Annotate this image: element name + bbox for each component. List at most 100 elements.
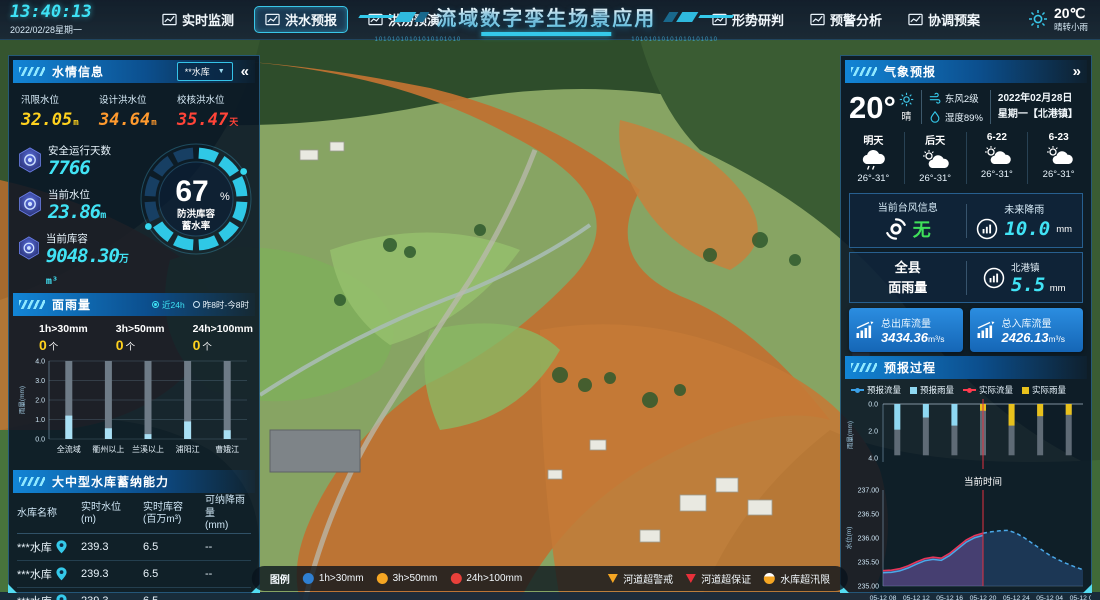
radio-label: 昨8时-今8时	[203, 299, 249, 311]
current-capacity-metric: 当前库容 9048.30万m³	[17, 231, 133, 290]
header-temp: 20℃	[1054, 6, 1088, 21]
forecast-days-row: 明天 26°-31° 后天 26°-31° 6-22 26°-31° 6-23 …	[841, 129, 1091, 189]
plan-chart-icon	[908, 12, 923, 27]
limit-level-stat: 汛限水位 32.05m	[21, 92, 99, 130]
svg-text:雨量(mm): 雨量(mm)	[18, 386, 26, 414]
legend-actual-flow: 实际流量	[963, 384, 1013, 396]
nav-label: 预警分析	[830, 10, 882, 29]
safe-days-metric: 安全运行天数 7766	[17, 143, 133, 180]
station-dropdown[interactable]: **水库 ▼	[177, 62, 233, 81]
water-info-header: 水情信息 **水库 ▼ «	[13, 60, 255, 83]
red-triangle-icon	[686, 574, 696, 583]
sun-icon	[1028, 9, 1048, 29]
counter-label: 24h>100mm	[193, 323, 253, 335]
rain-gauge-icon	[983, 267, 1005, 289]
table-row[interactable]: ***水库 239.3 6.5 --	[17, 534, 251, 561]
wind-icon	[929, 92, 941, 104]
metric-value: 23.86	[48, 201, 100, 223]
svg-text:0.0: 0.0	[35, 437, 45, 444]
svg-text:防洪库容: 防洪库容	[177, 208, 216, 220]
check-flood-level-stat: 校核洪水位 35.47天	[177, 92, 249, 130]
weather-forecast-panel: 气象预报 » 20° 晴 东风2级 湿度89% 2022年02月28日 星期一【…	[840, 55, 1092, 593]
svg-text:1.0: 1.0	[35, 417, 45, 424]
top-header-bar: 13:40:13 2022/02/28星期一 实时监测 洪水预报 洪涝预演	[0, 0, 1100, 40]
legend-actual-rain: 实际雨量	[1022, 384, 1066, 396]
svg-text:3.0: 3.0	[35, 378, 45, 385]
forecast-process-title: 预报过程	[884, 359, 936, 376]
app-title-block: 流域数字孪生场景应用 10101010101010101010 10101010…	[359, 2, 733, 43]
reservoir-table: 水库名称 实时水位(m) 实时库容(百万m³) 可纳降雨量(mm) ***水库 …	[9, 493, 259, 600]
reservoir-metrics: 安全运行天数 7766 当前水位 23.86m 当前库容 9048.30万m	[17, 136, 133, 289]
metric-label: 当前水位	[48, 187, 106, 202]
stat-value: 32.05	[21, 110, 72, 130]
svg-text:2.0: 2.0	[35, 398, 45, 405]
forecast-chart-icon	[265, 12, 280, 27]
clock-block: 13:40:13 2022/02/28星期一	[10, 4, 128, 36]
forecast-day-after: 后天 26°-31°	[904, 132, 966, 184]
weather-weekday: 星期一【北港镇】	[998, 107, 1078, 123]
nav-item-flood-forecast[interactable]: 洪水预报	[254, 6, 348, 33]
svg-text:05-12 24: 05-12 24	[1003, 595, 1030, 600]
legend-reservoir-limit: 水库超汛限	[764, 571, 830, 586]
svg-text:2.0: 2.0	[868, 429, 878, 436]
total-inflow-button[interactable]: 总入库流量 2426.13m³/s	[970, 308, 1084, 352]
radio-dot-icon	[152, 301, 159, 308]
panel-collapse-button[interactable]: «	[241, 64, 249, 79]
svg-text:兰溪以上: 兰溪以上	[132, 444, 164, 454]
radio-8am-window[interactable]: 昨8时-今8时	[193, 299, 249, 311]
rain-gauge-icon	[976, 218, 998, 240]
radio-last-24h[interactable]: 近24h	[152, 299, 185, 311]
stat-label: 汛限水位	[21, 92, 99, 106]
line-marker-icon	[963, 389, 976, 391]
legend-forecast-flow: 预报流量	[851, 384, 901, 396]
stat-value: 34.64	[99, 110, 150, 130]
svg-text:曹娥江: 曹娥江	[215, 444, 239, 454]
svg-text:235.50: 235.50	[858, 560, 880, 567]
col-header: 可纳降雨量	[205, 495, 251, 520]
legend-river-guarantee: 河道超保证	[686, 571, 751, 586]
nav-item-realtime-monitor[interactable]: 实时监测	[156, 6, 240, 33]
counter-value: 0	[116, 337, 124, 353]
current-level-metric: 当前水位 23.86m	[17, 187, 133, 224]
sun-cloud-icon	[982, 145, 1012, 167]
panel-expand-button[interactable]: »	[1073, 64, 1081, 79]
binary-decor-left: 10101010101010101010	[375, 37, 462, 43]
metric-label: 当前库容	[46, 231, 133, 246]
counter-unit: 个	[202, 342, 212, 353]
line-marker-icon	[851, 389, 864, 391]
table-header-row: 水库名称 实时水位(m) 实时库容(百万m³) 可纳降雨量(mm)	[17, 495, 251, 534]
sun-cloud-icon	[1044, 145, 1074, 167]
rain-cloud-icon	[858, 149, 888, 171]
location-pin-icon[interactable]	[56, 540, 67, 554]
legend-rain-24h: 24h>100mm	[450, 573, 522, 584]
table-row[interactable]: ***水库 239.3 6.5 --	[17, 561, 251, 588]
nav-item-warning-analysis[interactable]: 预警分析	[804, 6, 888, 33]
svg-text:0.0: 0.0	[868, 402, 878, 409]
svg-text:05-12 20: 05-12 20	[970, 595, 997, 600]
total-outflow-button[interactable]: 总出库流量 3434.36m³/s	[849, 308, 963, 352]
counter-value: 0	[193, 337, 201, 353]
binary-decor-right: 10101010101010101010	[631, 37, 718, 43]
radio-label: 近24h	[162, 299, 185, 311]
table-row[interactable]: ***水库 239.3 6.5 --	[17, 588, 251, 600]
stat-unit: m	[73, 118, 78, 128]
rain-counters: 1h>30mm 0个 3h>50mm 0个 24h>100mm 0个	[9, 316, 259, 353]
chevron-down-icon: ▼	[218, 68, 225, 75]
nav-group-right: 形势研判 预警分析 协调预案	[706, 6, 986, 33]
location-pin-icon[interactable]	[56, 567, 67, 581]
hexagon-badge-icon	[17, 147, 43, 173]
nav-label: 实时监测	[182, 10, 234, 29]
station-dropdown-value: **水库	[185, 65, 210, 78]
red-dot-icon	[450, 573, 461, 584]
typhoon-info: 当前台风信息 无	[850, 194, 966, 247]
nav-item-coordination-plan[interactable]: 协调预案	[902, 6, 986, 33]
legend-rain-1h: 1h>30mm	[303, 573, 364, 584]
location-pin-icon[interactable]	[56, 594, 67, 600]
counter-value: 0	[39, 337, 47, 353]
sun-icon	[899, 92, 914, 107]
title-underline	[481, 32, 611, 36]
town-rain-value: 5.5	[1011, 274, 1045, 296]
svg-text:4.0: 4.0	[35, 359, 45, 366]
metric-value: 9048.30	[46, 245, 119, 267]
area-rain-bar-chart: 4.03.02.01.00.0全流域衢州以上兰溪以上浦阳江曹娥江雨量(mm)	[15, 355, 255, 461]
